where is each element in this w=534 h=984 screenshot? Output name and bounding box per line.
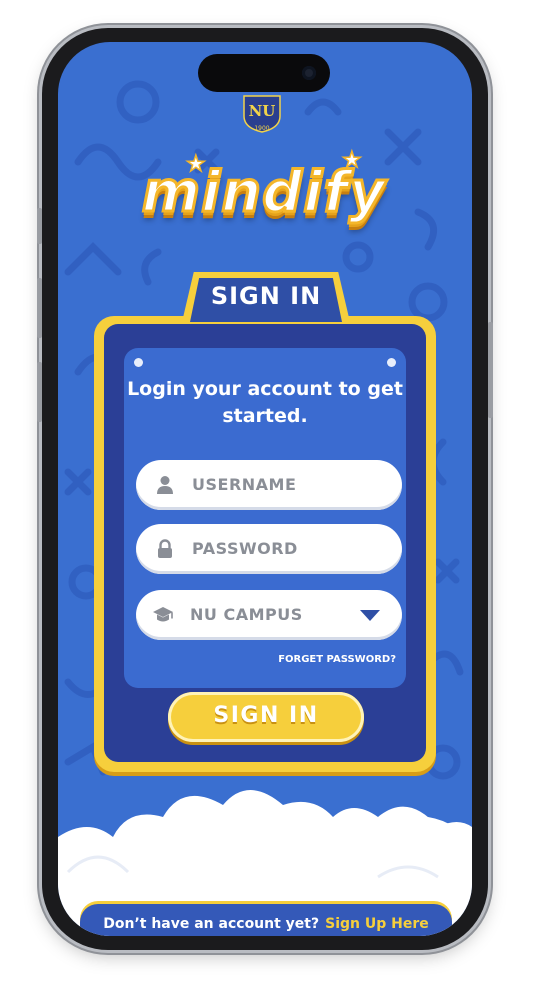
sign-in-tab-label: SIGN IN bbox=[210, 282, 322, 310]
sign-in-tab: SIGN IN bbox=[182, 272, 350, 322]
sign-in-button[interactable]: SIGN IN bbox=[168, 692, 364, 742]
front-camera bbox=[302, 66, 316, 80]
password-field[interactable]: PASSWORD bbox=[136, 524, 402, 574]
caret-down-icon[interactable] bbox=[360, 610, 380, 621]
forgot-password-link[interactable]: FORGET PASSWORD? bbox=[278, 654, 396, 665]
password-placeholder: PASSWORD bbox=[192, 539, 298, 558]
campus-selected-value: NU CAMPUS bbox=[190, 605, 303, 624]
sign-up-link[interactable]: Sign Up Here bbox=[325, 916, 429, 932]
seal-year: 1900 bbox=[254, 125, 270, 132]
lock-icon bbox=[158, 539, 172, 558]
rivet-icon bbox=[134, 358, 143, 367]
login-headline: Login your account to get started. bbox=[127, 378, 403, 427]
signup-prompt: Don’t have an account yet? bbox=[103, 916, 320, 932]
signup-footer-text: Don’t have an account yet? Sign Up Here bbox=[80, 916, 452, 932]
graduation-cap-icon bbox=[153, 607, 173, 622]
sign-in-button-label: SIGN IN bbox=[213, 703, 319, 728]
phone-volume-down-button bbox=[37, 362, 42, 422]
username-placeholder: USERNAME bbox=[192, 475, 297, 494]
mindify-logo: mindify ★ ★ bbox=[128, 147, 400, 240]
rivet-icon bbox=[387, 358, 396, 367]
phone-power-button bbox=[488, 322, 493, 418]
logo-star-icon: ★ bbox=[185, 151, 206, 178]
phone-action-button bbox=[37, 208, 42, 244]
app-screen: NU 1900 mindify ★ ★ SIGN IN Login your a… bbox=[58, 42, 472, 936]
svg-text:NU: NU bbox=[249, 102, 276, 120]
university-seal-logo: NU 1900 bbox=[239, 92, 285, 134]
signup-footer: Don’t have an account yet? Sign Up Here bbox=[80, 904, 452, 936]
dynamic-island bbox=[198, 54, 330, 92]
user-icon bbox=[157, 476, 173, 494]
phone-volume-up-button bbox=[37, 278, 42, 338]
logo-star-icon: ★ bbox=[341, 147, 362, 174]
username-field[interactable]: USERNAME bbox=[136, 460, 402, 510]
campus-select[interactable]: NU CAMPUS bbox=[136, 590, 402, 640]
